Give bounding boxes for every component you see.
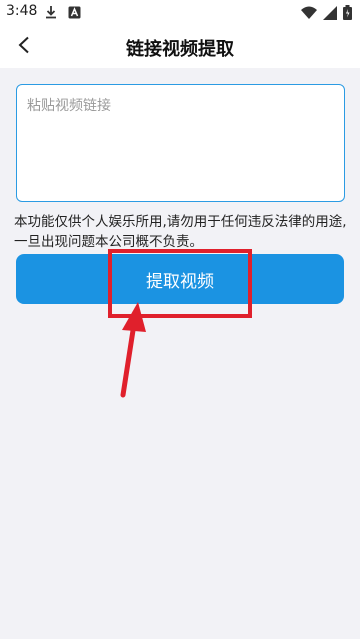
status-time: 3:48 — [6, 3, 38, 19]
annotation-arrow-icon — [120, 302, 146, 398]
app-a-icon — [68, 6, 81, 23]
battery-icon — [343, 5, 352, 24]
status-bar: 3:48 — [0, 0, 360, 26]
wifi-icon — [301, 6, 317, 24]
signal-icon — [323, 5, 337, 24]
extract-video-button[interactable]: 提取视频 — [16, 254, 344, 304]
status-icons-right — [301, 5, 352, 24]
app-bar: 链接视频提取 — [0, 26, 360, 68]
download-icon — [44, 5, 58, 23]
video-link-input[interactable] — [16, 84, 345, 202]
disclaimer-text: 本功能仅供个人娱乐所用,请勿用于任何违反法律的用途,一旦出现问题本公司概不负责。 — [14, 214, 347, 250]
status-icons-left — [44, 5, 81, 23]
page-title: 链接视频提取 — [126, 39, 234, 60]
